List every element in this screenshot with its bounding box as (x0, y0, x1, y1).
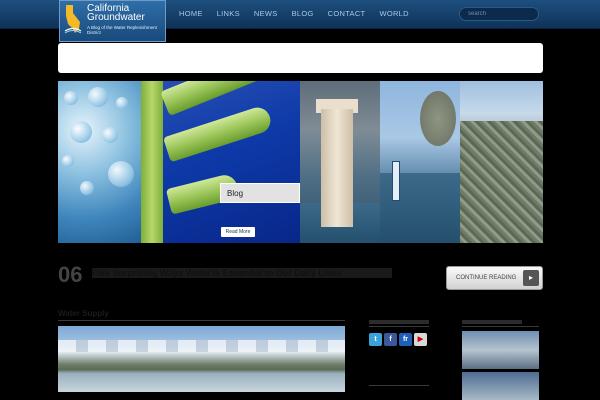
nav-blog[interactable]: BLOG (285, 0, 321, 28)
continue-reading-label: CONTINUE READING (456, 275, 517, 281)
nav-world[interactable]: WORLD (372, 0, 415, 28)
search-input[interactable] (459, 7, 539, 21)
wetlands-panorama-image[interactable] (58, 326, 345, 392)
section-divider (58, 320, 345, 321)
sidebar-heading-bar (369, 320, 429, 324)
sidebar-divider (369, 326, 429, 327)
feature-blog-label: Blog (220, 183, 300, 203)
city-aerial-image (460, 81, 543, 243)
continue-reading-button[interactable]: CONTINUE READING ▸ (446, 266, 543, 290)
flooded-field-image (380, 81, 460, 243)
flickr-icon[interactable]: fr (399, 333, 412, 346)
logo-tagline: A Blog of the Water Replenishment Distri… (87, 25, 157, 35)
sidebar-divider-2 (369, 385, 429, 386)
california-state-icon (64, 5, 82, 34)
gallery-thumbnail[interactable] (462, 331, 539, 369)
gallery-heading-bar (462, 320, 522, 324)
blank-banner-panel (58, 43, 543, 73)
gallery-thumbnail[interactable] (462, 372, 539, 400)
green-plant-image (141, 81, 300, 243)
gallery-divider (462, 326, 539, 327)
section-title: Water Supply (58, 309, 109, 318)
post-title-link[interactable]: Five Surprising Ways Water Is Essential … (92, 268, 392, 278)
dam-tower-image (300, 81, 380, 243)
nav-contact[interactable]: CONTACT (321, 0, 373, 28)
nav-news[interactable]: NEWS (247, 0, 285, 28)
post-number: 06 (58, 262, 83, 287)
social-links: t f fr ▶ (369, 333, 427, 346)
feature-image-strip[interactable] (58, 81, 543, 243)
main-nav: HOME LINKS NEWS BLOG CONTACT WORLD (172, 0, 416, 28)
facebook-icon[interactable]: f (384, 333, 397, 346)
youtube-icon[interactable]: ▶ (414, 333, 427, 346)
twitter-icon[interactable]: t (369, 333, 382, 346)
logo-title-line2: Groundwater (87, 12, 145, 23)
nav-home[interactable]: HOME (172, 0, 210, 28)
read-more-button[interactable]: Read More (221, 227, 255, 237)
site-logo[interactable]: California Groundwater A Blog of the Wat… (59, 0, 166, 42)
arrow-right-icon: ▸ (523, 270, 539, 286)
nav-links[interactable]: LINKS (210, 0, 247, 28)
water-drops-image (58, 81, 141, 243)
